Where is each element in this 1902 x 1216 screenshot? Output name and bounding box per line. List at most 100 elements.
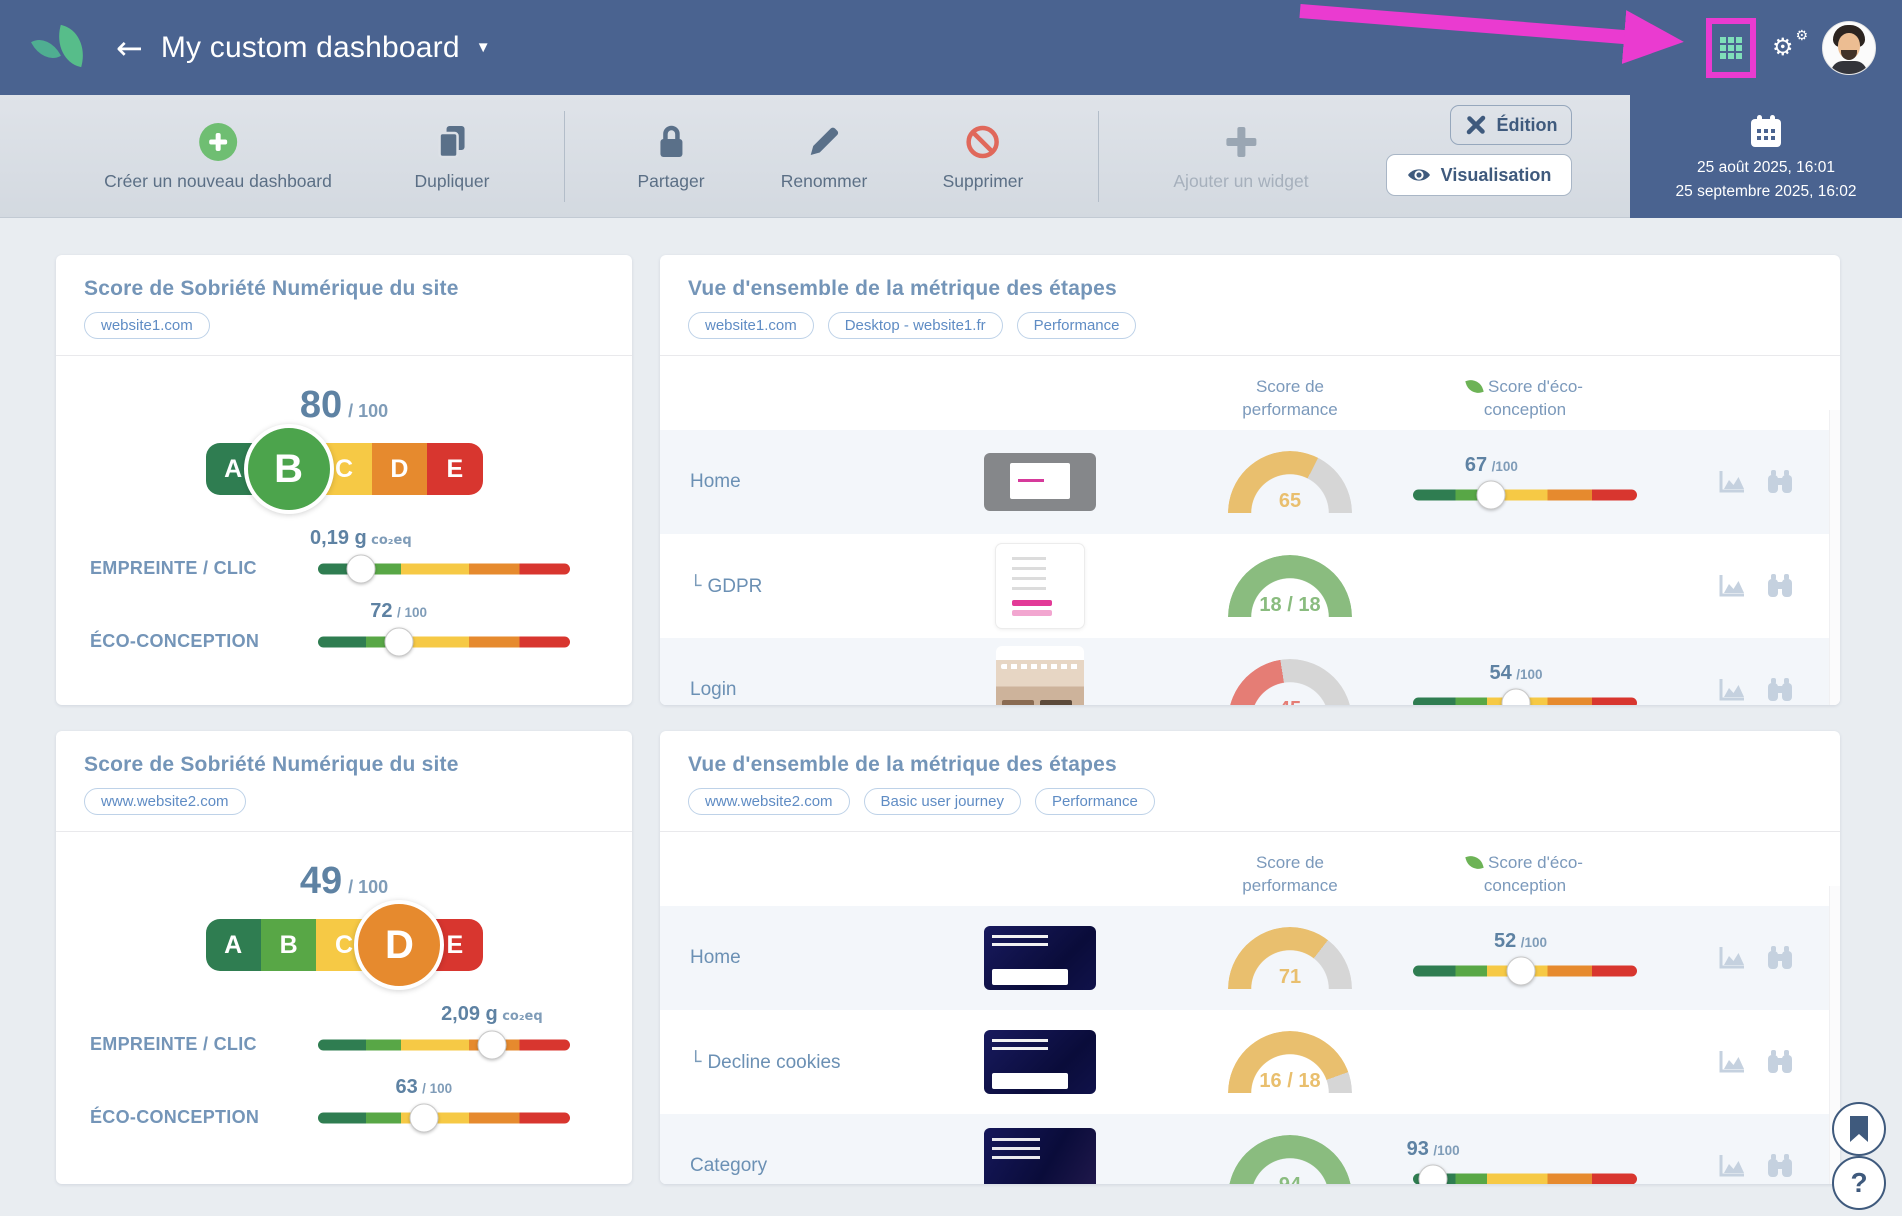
history-chart-icon[interactable] <box>1718 1049 1746 1075</box>
site-chip[interactable]: website1.com <box>688 312 814 339</box>
footprint-value: 0,19 g <box>310 527 367 549</box>
footprint-label: EMPREINTE / CLIC <box>90 1034 318 1055</box>
widget-header: Score de Sobriété Numérique du site webs… <box>56 255 632 356</box>
rename-button[interactable]: Renommer <box>781 122 868 192</box>
binoculars-icon[interactable] <box>1766 573 1794 599</box>
settings-gears-button[interactable]: ⚙ ⚙ <box>1772 31 1806 65</box>
add-widget-label: Ajouter un widget <box>1173 171 1308 192</box>
chevron-down-icon[interactable]: ▼ <box>476 39 491 56</box>
widget-header: Vue d'ensemble de la métrique des étapes… <box>660 731 1840 832</box>
edition-button[interactable]: Édition <box>1450 105 1572 145</box>
calendar-icon <box>1748 113 1784 149</box>
plus-circle-icon <box>199 123 237 161</box>
widget-steps-overview-website2: Vue d'ensemble de la métrique des étapes… <box>660 731 1840 1184</box>
binoculars-icon[interactable] <box>1766 677 1794 703</box>
widget-title: Vue d'ensemble de la métrique des étapes <box>688 753 1812 777</box>
table-row: Home 65 67 /100 <box>660 430 1840 534</box>
date-start: 25 août 2025, 16:01 <box>1697 159 1835 177</box>
gear-icon: ⚙ <box>1795 29 1808 43</box>
eco-score-slider: 93 /100 <box>1413 1166 1637 1185</box>
date-range-picker[interactable]: 25 août 2025, 16:01 25 septembre 2025, 1… <box>1630 95 1902 218</box>
grade-a: A <box>206 919 261 971</box>
step-thumbnail[interactable] <box>996 646 1084 705</box>
bookmark-button[interactable] <box>1832 1102 1886 1156</box>
duplicate-button[interactable]: Dupliquer <box>415 122 490 192</box>
metric-chip[interactable]: Performance <box>1035 788 1155 815</box>
footprint-unit: co₂eq <box>502 1009 542 1024</box>
widget-title: Score de Sobriété Numérique du site <box>84 277 604 301</box>
app-leaf-logo <box>34 24 90 72</box>
score-max: / 100 <box>348 401 388 421</box>
slider-knob[interactable] <box>384 627 413 656</box>
step-thumbnail[interactable] <box>984 453 1096 511</box>
eco-score-slider: 54 /100 <box>1413 690 1637 706</box>
ecodesign-slider: 63 / 100 <box>318 1104 570 1131</box>
eco-score-max: /100 <box>1492 459 1518 474</box>
binoculars-icon[interactable] <box>1766 1153 1794 1179</box>
metric-chip[interactable]: Performance <box>1017 312 1137 339</box>
slider-knob[interactable] <box>346 554 375 583</box>
step-thumbnail[interactable] <box>984 1030 1096 1094</box>
perf-column-header: Score de performance <box>1230 852 1350 898</box>
plus-icon <box>1224 125 1258 159</box>
site-chip[interactable]: website1.com <box>84 312 210 339</box>
site-chip[interactable]: www.website2.com <box>688 788 850 815</box>
color-scale-bar <box>318 1112 570 1123</box>
leaf-icon <box>31 32 61 64</box>
score-value: 80 <box>300 384 342 426</box>
help-button[interactable]: ? <box>1832 1156 1886 1210</box>
question-mark-icon: ? <box>1850 1167 1867 1199</box>
back-arrow-icon[interactable]: ← <box>116 32 143 64</box>
history-chart-icon[interactable] <box>1718 945 1746 971</box>
global-score: 80/ 100 A B C D E B <box>56 384 632 495</box>
add-widget-button[interactable]: Ajouter un widget <box>1173 122 1308 192</box>
annotation-highlight-box <box>1706 18 1756 78</box>
color-scale-bar <box>1413 490 1637 501</box>
performance-value: 65 <box>1228 490 1352 513</box>
delete-button[interactable]: Supprimer <box>943 122 1024 192</box>
ecodesign-max: / 100 <box>422 1081 452 1096</box>
step-name: GDPR <box>707 576 762 597</box>
slider-knob[interactable] <box>1477 481 1506 510</box>
performance-gauge: 94 <box>1228 1135 1352 1184</box>
history-chart-icon[interactable] <box>1718 469 1746 495</box>
ecodesign-value: 72 <box>370 600 392 622</box>
history-chart-icon[interactable] <box>1718 677 1746 703</box>
gear-icon: ⚙ <box>1772 35 1794 59</box>
create-dashboard-button[interactable]: Créer un nouveau dashboard <box>104 122 332 192</box>
slider-knob[interactable] <box>1506 957 1535 986</box>
delete-label: Supprimer <box>943 171 1024 192</box>
binoculars-icon[interactable] <box>1766 1049 1794 1075</box>
eco-score-max: /100 <box>1433 1143 1459 1158</box>
color-scale-bar <box>318 1039 570 1050</box>
score-max: / 100 <box>348 877 388 897</box>
step-thumbnail[interactable] <box>996 544 1084 628</box>
performance-gauge: 16 / 18 <box>1228 1031 1352 1093</box>
binoculars-icon[interactable] <box>1766 469 1794 495</box>
share-button[interactable]: Partager <box>637 122 704 192</box>
binoculars-icon[interactable] <box>1766 945 1794 971</box>
footprint-row: EMPREINTE / CLIC 2,09 g co₂eq <box>56 1031 632 1058</box>
eco-column-header: Score d'éco-conception <box>1484 377 1583 419</box>
slider-knob[interactable] <box>1419 1165 1448 1185</box>
slider-knob[interactable] <box>409 1103 438 1132</box>
grade-b: B <box>261 919 316 971</box>
card-scrollbar[interactable] <box>1829 410 1840 705</box>
widget-header: Score de Sobriété Numérique du site www.… <box>56 731 632 832</box>
widgets-grid-button[interactable] <box>1720 37 1742 59</box>
performance-value: 45 <box>1228 698 1352 705</box>
step-thumbnail[interactable] <box>984 926 1096 990</box>
history-chart-icon[interactable] <box>1718 573 1746 599</box>
history-chart-icon[interactable] <box>1718 1153 1746 1179</box>
visualisation-button[interactable]: Visualisation <box>1386 154 1572 196</box>
journey-chip[interactable]: Basic user journey <box>864 788 1021 815</box>
journey-chip[interactable]: Desktop - website1.fr <box>828 312 1003 339</box>
slider-knob[interactable] <box>1502 689 1531 706</box>
lock-icon <box>656 122 686 162</box>
slider-knob[interactable] <box>477 1030 506 1059</box>
step-thumbnail[interactable] <box>984 1128 1096 1184</box>
site-chip[interactable]: www.website2.com <box>84 788 246 815</box>
ecodesign-value: 63 <box>395 1076 417 1098</box>
user-avatar[interactable] <box>1822 21 1876 75</box>
leaf-icon <box>1465 853 1483 871</box>
